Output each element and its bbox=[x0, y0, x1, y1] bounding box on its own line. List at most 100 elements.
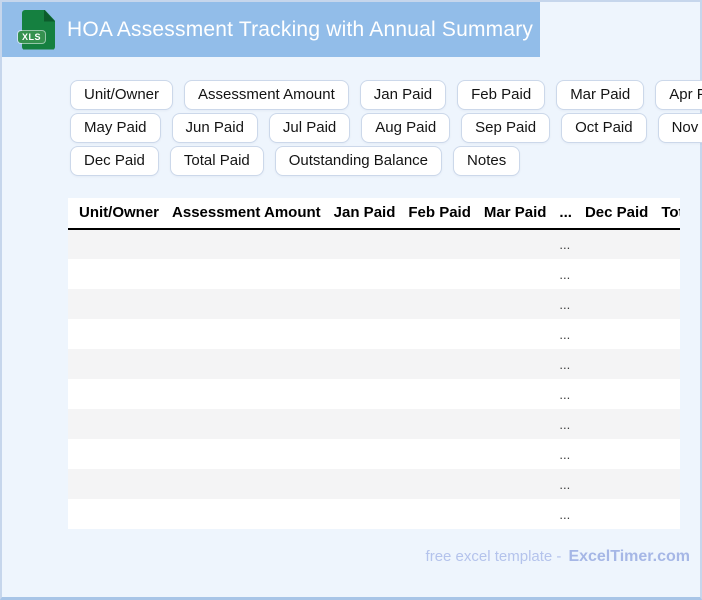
file-body-shape bbox=[22, 9, 55, 50]
chip-assessment-amount[interactable]: Assessment Amount bbox=[184, 80, 349, 110]
cell-empty bbox=[585, 289, 661, 319]
footer-brand-link[interactable]: ExcelTimer.com bbox=[568, 548, 690, 565]
chip-sep-paid[interactable]: Sep Paid bbox=[461, 113, 551, 143]
column-chip-list: Unit/Owner Assessment Amount Jan Paid Feb P… bbox=[70, 80, 702, 176]
title-banner: XLS HOA Assessment Tracking with Annual … bbox=[2, 2, 540, 57]
cell-ellipsis: ... bbox=[559, 296, 571, 312]
table-row: ... bbox=[68, 289, 680, 319]
chip-row: Unit/Owner Assessment Amount Jan Paid Feb P… bbox=[70, 80, 702, 110]
cell-empty bbox=[484, 379, 560, 409]
cell-empty bbox=[408, 319, 484, 349]
cell-empty bbox=[172, 289, 334, 319]
cell-empty bbox=[661, 439, 680, 469]
cell-empty bbox=[172, 469, 334, 499]
cell-empty bbox=[484, 319, 560, 349]
cell-empty bbox=[585, 439, 661, 469]
chip-notes[interactable]: Notes bbox=[453, 146, 521, 176]
cell-empty bbox=[334, 319, 409, 349]
chip-jun-paid[interactable]: Jun Paid bbox=[171, 113, 258, 143]
footer-credit: free excel template - ExcelTimer.com bbox=[426, 548, 690, 566]
footer-prefix: free excel template - bbox=[425, 548, 562, 565]
cell-empty bbox=[68, 289, 172, 319]
cell-empty bbox=[334, 379, 409, 409]
table-row: ... bbox=[68, 349, 680, 379]
table-row: ... bbox=[68, 499, 680, 529]
chip-jul-paid[interactable]: Jul Paid bbox=[268, 113, 351, 143]
cell-empty bbox=[484, 439, 560, 469]
cell-empty bbox=[484, 469, 560, 499]
column-header-assessment-amount: Assessment Amount bbox=[172, 198, 334, 229]
cell-empty bbox=[172, 229, 334, 259]
cell-empty bbox=[334, 469, 409, 499]
cell-empty bbox=[408, 259, 484, 289]
cell-empty bbox=[484, 409, 560, 439]
chip-oct-paid[interactable]: Oct Paid bbox=[561, 113, 647, 143]
cell-empty bbox=[484, 289, 560, 319]
cell-empty bbox=[484, 229, 560, 259]
chip-may-paid[interactable]: May Paid bbox=[70, 113, 161, 143]
page-title: HOA Assessment Tracking with Annual Summ… bbox=[67, 17, 534, 41]
chip-jan-paid[interactable]: Jan Paid bbox=[359, 80, 447, 110]
cell-empty bbox=[68, 409, 172, 439]
chip-feb-paid[interactable]: Feb Paid bbox=[457, 80, 546, 110]
cell-empty bbox=[661, 259, 680, 289]
chip-outstanding-balance[interactable]: Outstanding Balance bbox=[274, 146, 443, 176]
cell-empty bbox=[585, 259, 661, 289]
cell-empty bbox=[408, 409, 484, 439]
column-header-jan-paid: Jan Paid bbox=[333, 198, 409, 229]
cell-empty bbox=[172, 349, 334, 379]
cell-empty bbox=[585, 319, 661, 349]
cell-empty bbox=[68, 319, 172, 349]
cell-ellipsis: ... bbox=[559, 416, 571, 432]
chip-unit-owner[interactable]: Unit/Owner bbox=[70, 80, 174, 110]
table-row: ... bbox=[68, 469, 680, 499]
cell-empty bbox=[585, 379, 661, 409]
cell-empty bbox=[172, 319, 334, 349]
column-header-total-paid: Total Paid bbox=[661, 198, 680, 229]
cell-empty bbox=[408, 439, 484, 469]
column-header-feb-paid: Feb Paid bbox=[408, 198, 484, 229]
cell-empty bbox=[68, 499, 172, 529]
cell-ellipsis: ... bbox=[559, 237, 571, 252]
cell-ellipsis: ... bbox=[559, 326, 571, 342]
cell-empty bbox=[408, 289, 484, 319]
chip-aug-paid[interactable]: Aug Paid bbox=[361, 113, 451, 143]
cell-empty bbox=[172, 499, 334, 529]
chip-nov-paid[interactable]: Nov Paid bbox=[657, 113, 702, 143]
cell-empty bbox=[334, 259, 409, 289]
column-header-unit-owner: Unit/Owner bbox=[68, 198, 173, 229]
table-body: .............................. bbox=[68, 229, 680, 529]
table-row: ... bbox=[68, 439, 680, 469]
cell-empty bbox=[585, 409, 661, 439]
chip-row: Dec Paid Total Paid Outstanding Balance Not… bbox=[70, 146, 702, 176]
cell-ellipsis: ... bbox=[559, 506, 571, 522]
cell-empty bbox=[172, 259, 334, 289]
cell-empty bbox=[334, 439, 409, 469]
cell-ellipsis: ... bbox=[559, 446, 571, 462]
chip-apr-paid[interactable]: Apr Paid bbox=[655, 80, 702, 110]
table-header-row: Unit/Owner Assessment Amount Jan Paid Feb P… bbox=[68, 198, 680, 229]
cell-empty bbox=[408, 349, 484, 379]
cell-empty bbox=[661, 289, 680, 319]
chip-dec-paid[interactable]: Dec Paid bbox=[70, 146, 159, 176]
cell-empty bbox=[68, 439, 172, 469]
cell-empty bbox=[661, 379, 680, 409]
cell-empty bbox=[484, 499, 560, 529]
cell-empty bbox=[661, 349, 680, 379]
cell-empty bbox=[408, 379, 484, 409]
table-row: ... bbox=[68, 229, 680, 259]
cell-empty bbox=[484, 349, 560, 379]
cell-empty bbox=[484, 259, 560, 289]
cell-empty bbox=[334, 349, 409, 379]
xls-badge-label: XLS bbox=[18, 30, 46, 43]
chip-row: May Paid Jun Paid Jul Paid Aug Paid Sep Paid… bbox=[70, 113, 702, 143]
cell-ellipsis: ... bbox=[559, 356, 571, 372]
preview-table-container: Unit/Owner Assessment Amount Jan Paid Feb P… bbox=[68, 198, 680, 530]
cell-empty bbox=[172, 439, 334, 469]
cell-empty bbox=[68, 229, 172, 259]
chip-total-paid[interactable]: Total Paid bbox=[169, 146, 264, 176]
chip-mar-paid[interactable]: Mar Paid bbox=[556, 80, 645, 110]
cell-empty bbox=[661, 319, 680, 349]
preview-table: Unit/Owner Assessment Amount Jan Paid Feb P… bbox=[68, 198, 680, 529]
table-row: ... bbox=[68, 379, 680, 409]
